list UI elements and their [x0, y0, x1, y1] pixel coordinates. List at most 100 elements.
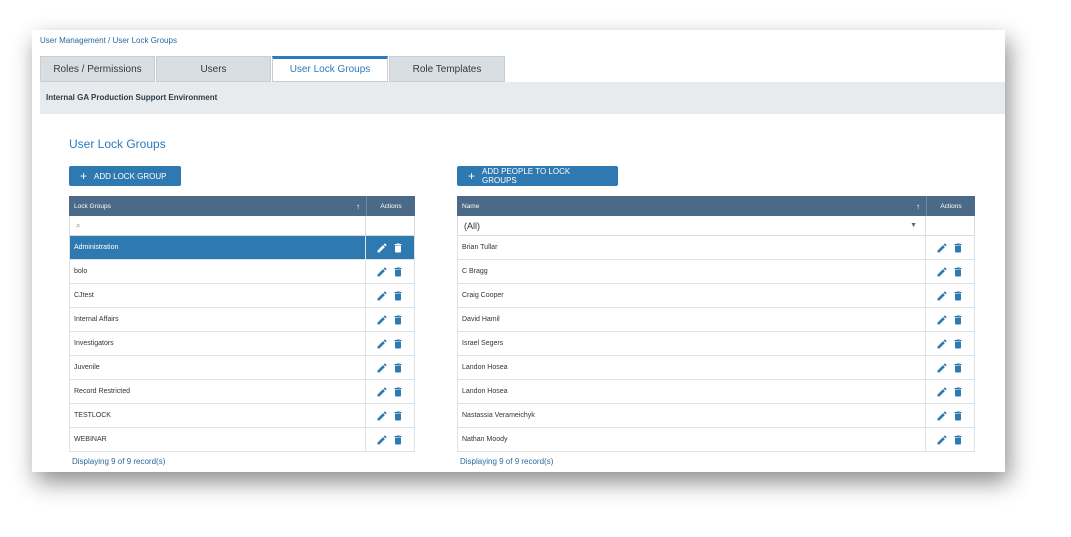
plus-icon: + — [468, 169, 476, 183]
dropdown-arrow-icon: ▼ — [910, 222, 917, 229]
right-record-count: Displaying 9 of 9 record(s) — [460, 457, 554, 466]
edit-pencil-icon[interactable] — [376, 410, 388, 422]
edit-pencil-icon[interactable] — [936, 314, 948, 326]
delete-trash-icon[interactable] — [952, 338, 964, 350]
table-row[interactable]: Nathan Moody — [457, 428, 975, 452]
filter-spacer — [926, 216, 974, 235]
row-name-cell: Landon Hosea — [458, 380, 926, 403]
delete-trash-icon[interactable] — [952, 410, 964, 422]
table-row[interactable]: TESTLOCK — [69, 404, 415, 428]
table-row[interactable]: Landon Hosea — [457, 380, 975, 404]
edit-pencil-icon[interactable] — [936, 386, 948, 398]
edit-pencil-icon[interactable] — [376, 362, 388, 374]
edit-pencil-icon[interactable] — [376, 434, 388, 446]
tab-users[interactable]: Users — [156, 56, 271, 82]
delete-trash-icon[interactable] — [392, 386, 404, 398]
delete-trash-icon[interactable] — [392, 314, 404, 326]
edit-pencil-icon[interactable] — [936, 338, 948, 350]
row-actions-cell — [366, 332, 414, 355]
plus-icon: + — [80, 169, 88, 183]
tab-roles-permissions[interactable]: Roles / Permissions — [40, 56, 155, 82]
grid-header: Lock Groups ↑ Actions — [69, 196, 415, 216]
table-row[interactable]: Craig Cooper — [457, 284, 975, 308]
environment-bar: Internal GA Production Support Environme… — [40, 82, 1005, 114]
edit-pencil-icon[interactable] — [936, 362, 948, 374]
delete-trash-icon[interactable] — [392, 338, 404, 350]
edit-pencil-icon[interactable] — [936, 242, 948, 254]
delete-trash-icon[interactable] — [392, 266, 404, 278]
edit-pencil-icon[interactable] — [936, 434, 948, 446]
people-rows: Brian Tullar C Bragg Craig Cooper David Ham… — [457, 236, 975, 452]
row-actions-cell — [366, 284, 414, 307]
lock-groups-column-header[interactable]: Lock Groups ↑ — [69, 196, 367, 216]
delete-trash-icon[interactable] — [952, 386, 964, 398]
table-row[interactable]: David Hamil — [457, 308, 975, 332]
delete-trash-icon[interactable] — [952, 290, 964, 302]
sort-up-icon[interactable]: ↑ — [916, 202, 926, 211]
name-column-header[interactable]: Name ↑ — [457, 196, 927, 216]
row-name-cell: Israel Segers — [458, 332, 926, 355]
delete-trash-icon[interactable] — [952, 266, 964, 278]
row-actions-cell — [366, 236, 414, 259]
name-filter-select[interactable]: (All) ▼ — [458, 216, 926, 235]
actions-column-header: Actions — [380, 202, 402, 210]
lock-groups-rows: Administration bolo CJtest Internal Affairs… — [69, 236, 415, 452]
edit-pencil-icon[interactable] — [376, 242, 388, 254]
people-grid: Name ↑ Actions (All) ▼ Brian Tullar C Bra… — [457, 196, 975, 452]
edit-pencil-icon[interactable] — [936, 290, 948, 302]
grid-filter-row: ⌕ — [69, 216, 415, 236]
add-lock-group-button[interactable]: + ADD LOCK GROUP — [69, 166, 181, 186]
row-actions-cell — [366, 404, 414, 427]
filter-selected-value: (All) — [464, 220, 480, 231]
row-actions-cell — [366, 308, 414, 331]
edit-pencil-icon[interactable] — [936, 410, 948, 422]
edit-pencil-icon[interactable] — [376, 386, 388, 398]
delete-trash-icon[interactable] — [392, 290, 404, 302]
edit-pencil-icon[interactable] — [376, 338, 388, 350]
row-actions-cell — [926, 428, 974, 451]
table-row[interactable]: WEBINAR — [69, 428, 415, 452]
row-actions-cell — [926, 260, 974, 283]
grid-filter-row: (All) ▼ — [457, 216, 975, 236]
app-window: User Management / User Lock Groups Roles… — [32, 30, 1005, 472]
delete-trash-icon[interactable] — [952, 362, 964, 374]
table-row[interactable]: Juvenile — [69, 356, 415, 380]
tab-role-templates[interactable]: Role Templates — [389, 56, 505, 82]
row-actions-cell — [926, 404, 974, 427]
row-actions-cell — [366, 356, 414, 379]
delete-trash-icon[interactable] — [952, 242, 964, 254]
table-row[interactable]: Landon Hosea — [457, 356, 975, 380]
breadcrumb[interactable]: User Management / User Lock Groups — [40, 36, 177, 45]
edit-pencil-icon[interactable] — [936, 266, 948, 278]
table-row[interactable]: Investigators — [69, 332, 415, 356]
table-row[interactable]: Israel Segers — [457, 332, 975, 356]
table-row[interactable]: Internal Affairs — [69, 308, 415, 332]
row-actions-cell — [366, 428, 414, 451]
sort-up-icon[interactable]: ↑ — [356, 202, 366, 211]
delete-trash-icon[interactable] — [952, 434, 964, 446]
delete-trash-icon[interactable] — [392, 410, 404, 422]
table-row[interactable]: C Bragg — [457, 260, 975, 284]
row-name-cell: bolo — [70, 260, 366, 283]
table-row[interactable]: Nastassia Verameichyk — [457, 404, 975, 428]
tab-user-lock-groups[interactable]: User Lock Groups — [272, 56, 388, 82]
table-row[interactable]: Brian Tullar — [457, 236, 975, 260]
edit-pencil-icon[interactable] — [376, 266, 388, 278]
delete-trash-icon[interactable] — [392, 362, 404, 374]
edit-pencil-icon[interactable] — [376, 290, 388, 302]
table-row[interactable]: CJtest — [69, 284, 415, 308]
actions-column-header: Actions — [940, 202, 962, 210]
lock-group-search-input[interactable]: ⌕ — [70, 216, 366, 235]
table-row[interactable]: bolo — [69, 260, 415, 284]
delete-trash-icon[interactable] — [392, 434, 404, 446]
row-name-cell: CJtest — [70, 284, 366, 307]
row-name-cell: Juvenile — [70, 356, 366, 379]
table-row[interactable]: Record Restricted — [69, 380, 415, 404]
edit-pencil-icon[interactable] — [376, 314, 388, 326]
lock-groups-grid: Lock Groups ↑ Actions ⌕ Administration bo… — [69, 196, 415, 452]
row-name-cell: Landon Hosea — [458, 356, 926, 379]
add-people-button[interactable]: + ADD PEOPLE TO LOCK GROUPS — [457, 166, 618, 186]
table-row[interactable]: Administration — [69, 236, 415, 260]
delete-trash-icon[interactable] — [952, 314, 964, 326]
delete-trash-icon[interactable] — [392, 242, 404, 254]
